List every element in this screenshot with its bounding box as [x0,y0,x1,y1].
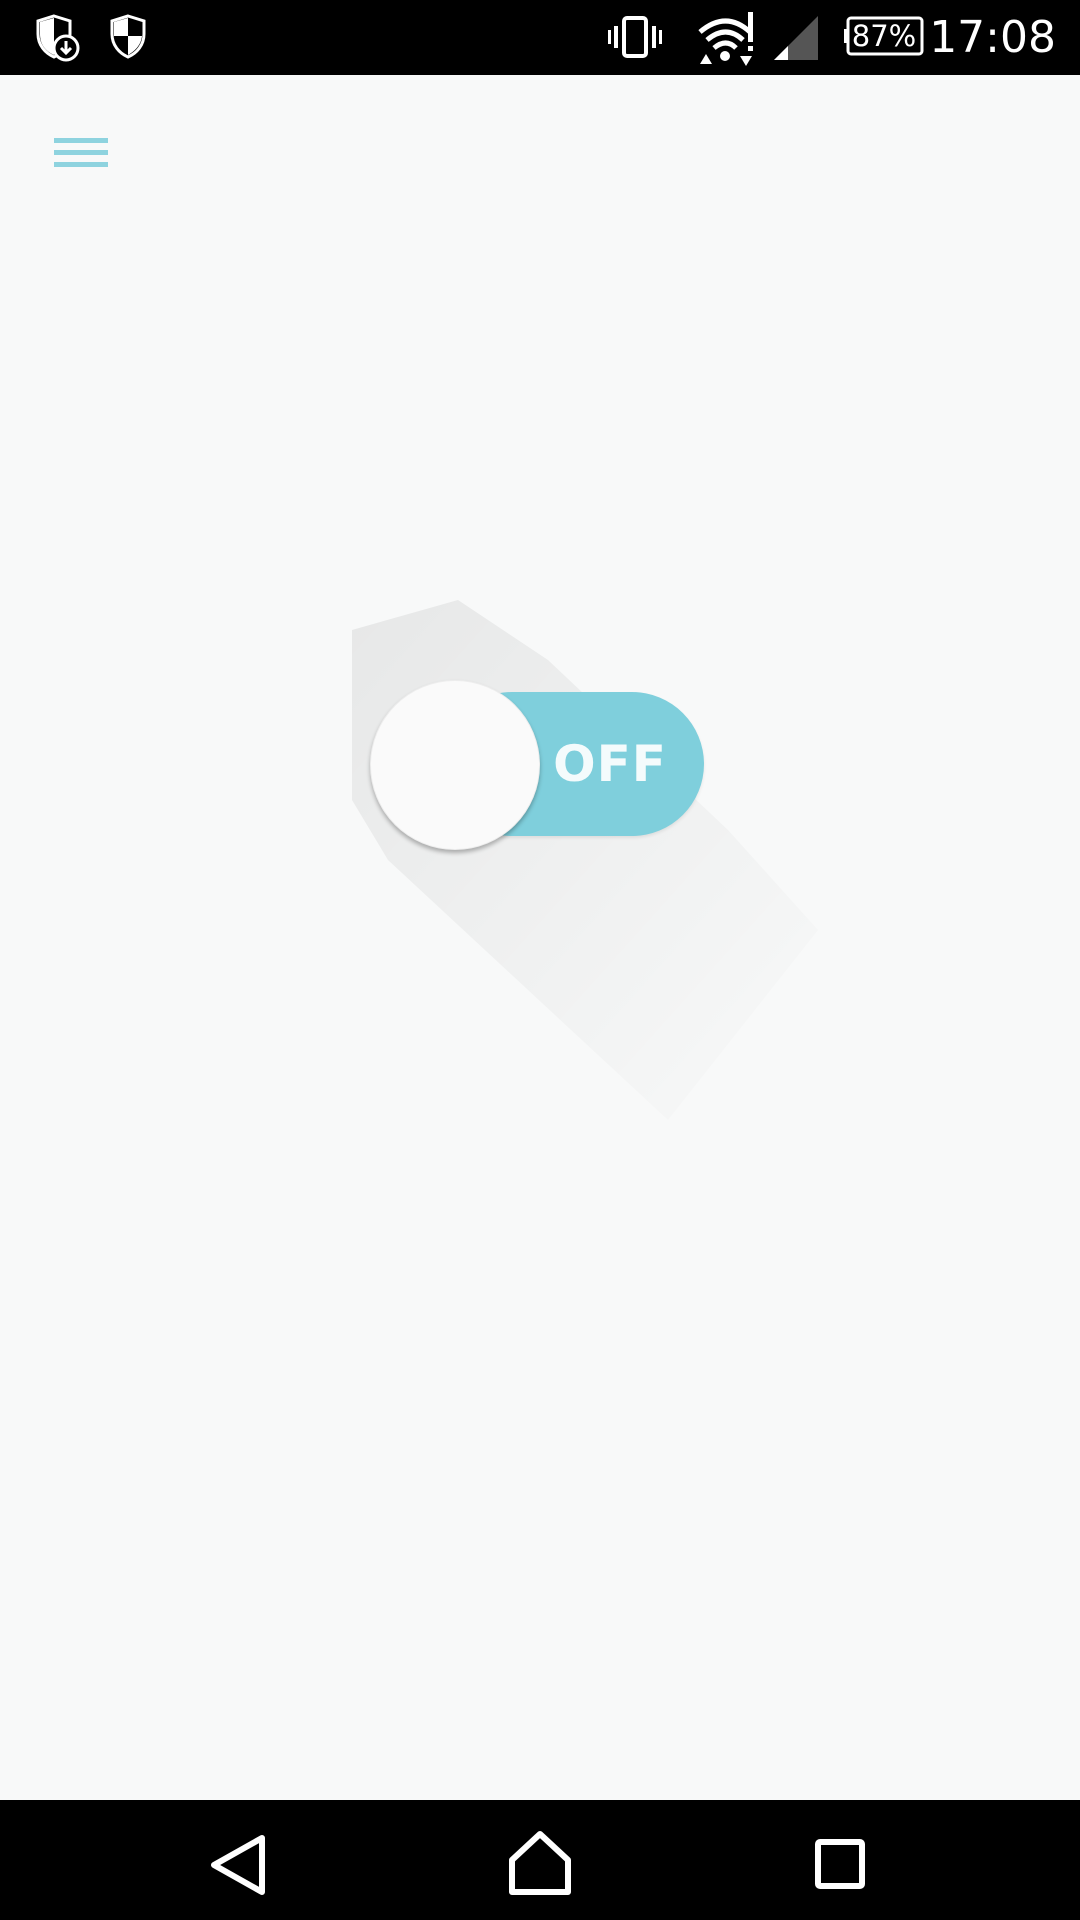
security-shield-icon [110,14,146,59]
hamburger-menu-icon [54,138,108,167]
wifi-alert-icon [698,12,753,66]
recents-icon [815,1839,865,1889]
cell-signal-icon [774,16,818,60]
vibrate-icon [608,16,662,58]
menu-button[interactable] [44,130,116,180]
home-button[interactable] [500,1830,580,1900]
home-icon [509,1831,571,1895]
toggle-knob[interactable] [370,680,540,850]
battery-icon: 87% [844,16,924,56]
clock: 17:08 [929,12,1056,63]
back-button[interactable] [200,1830,280,1900]
shield-download-icon [36,14,80,62]
status-bar: 87% 17:08 [0,0,1080,75]
back-icon [211,1835,265,1895]
toggle-state-label: OFF [553,735,667,793]
navigation-bar [0,1800,1080,1920]
battery-percent: 87% [851,19,917,53]
recents-button[interactable] [800,1830,880,1900]
